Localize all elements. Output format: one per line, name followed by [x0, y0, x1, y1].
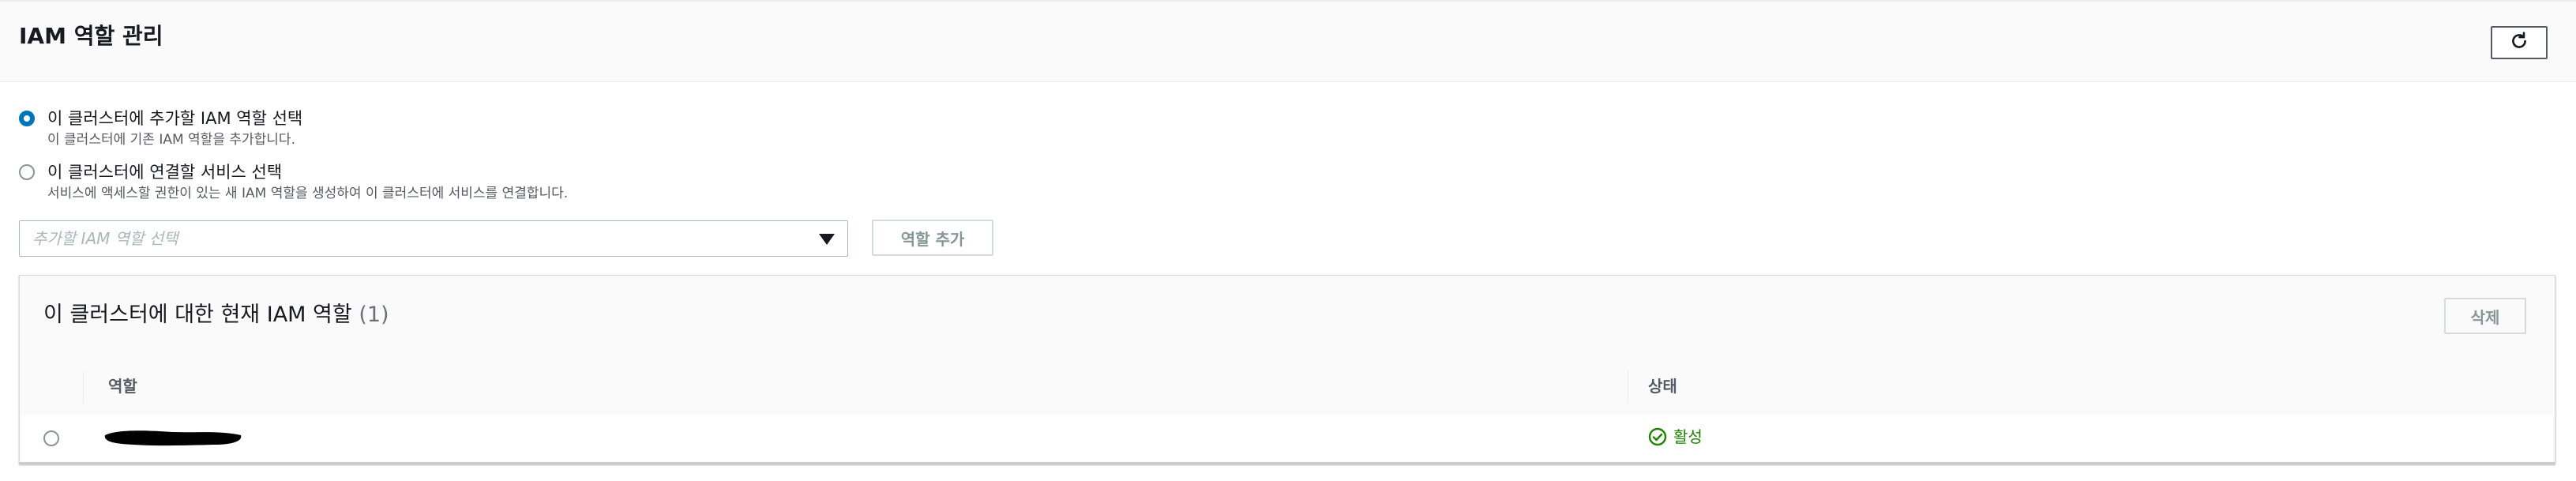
refresh-icon	[2509, 31, 2529, 54]
option-label: 이 클러스터에 연결할 서비스 선택	[47, 163, 283, 182]
table-row[interactable]: 활성	[20, 415, 2555, 462]
refresh-button[interactable]	[2491, 26, 2548, 59]
column-header-role[interactable]: 역할	[108, 375, 137, 397]
check-circle-icon	[1648, 427, 1667, 446]
table-title-text: 이 클러스터에 대한 현재 IAM 역할	[43, 303, 352, 327]
delete-button[interactable]: 삭제	[2444, 298, 2526, 334]
iam-roles-panel: IAM 역할 관리 이 클러스터에 추가할 IAM 역할 선택 이 클러스터에 …	[0, 0, 2576, 481]
iam-role-select[interactable]: 추가할 IAM 역할 선택	[19, 220, 848, 257]
status-cell: 활성	[1648, 426, 1703, 448]
table-column-headers: 역할 상태	[20, 358, 2555, 415]
redacted-role-name	[102, 426, 244, 448]
caret-down-icon	[819, 234, 835, 245]
select-placeholder: 추가할 IAM 역할 선택	[32, 229, 178, 248]
panel-header: IAM 역할 관리	[0, 0, 2576, 82]
page-title: IAM 역할 관리	[19, 23, 163, 49]
column-divider	[83, 370, 84, 404]
table-header: 이 클러스터에 대한 현재 IAM 역할 (1) 삭제	[20, 276, 2555, 359]
option-description: 이 클러스터에 기존 IAM 역할을 추가합니다.	[47, 132, 295, 148]
option-description: 서비스에 액세스할 권한이 있는 새 IAM 역할을 생성하여 이 클러스터에 …	[47, 186, 569, 201]
row-select-radio[interactable]	[43, 430, 59, 446]
option-label: 이 클러스터에 추가할 IAM 역할 선택	[47, 109, 303, 128]
add-role-button[interactable]: 역할 추가	[872, 220, 993, 256]
radio-button-selected[interactable]	[19, 111, 35, 126]
current-roles-table: 이 클러스터에 대한 현재 IAM 역할 (1) 삭제 역할 상태 활성	[19, 275, 2555, 464]
table-count: (1)	[359, 303, 389, 327]
column-header-status[interactable]: 상태	[1648, 375, 1677, 397]
radio-button[interactable]	[19, 164, 35, 180]
table-title: 이 클러스터에 대한 현재 IAM 역할 (1)	[43, 299, 389, 331]
status-text: 활성	[1673, 427, 1703, 446]
